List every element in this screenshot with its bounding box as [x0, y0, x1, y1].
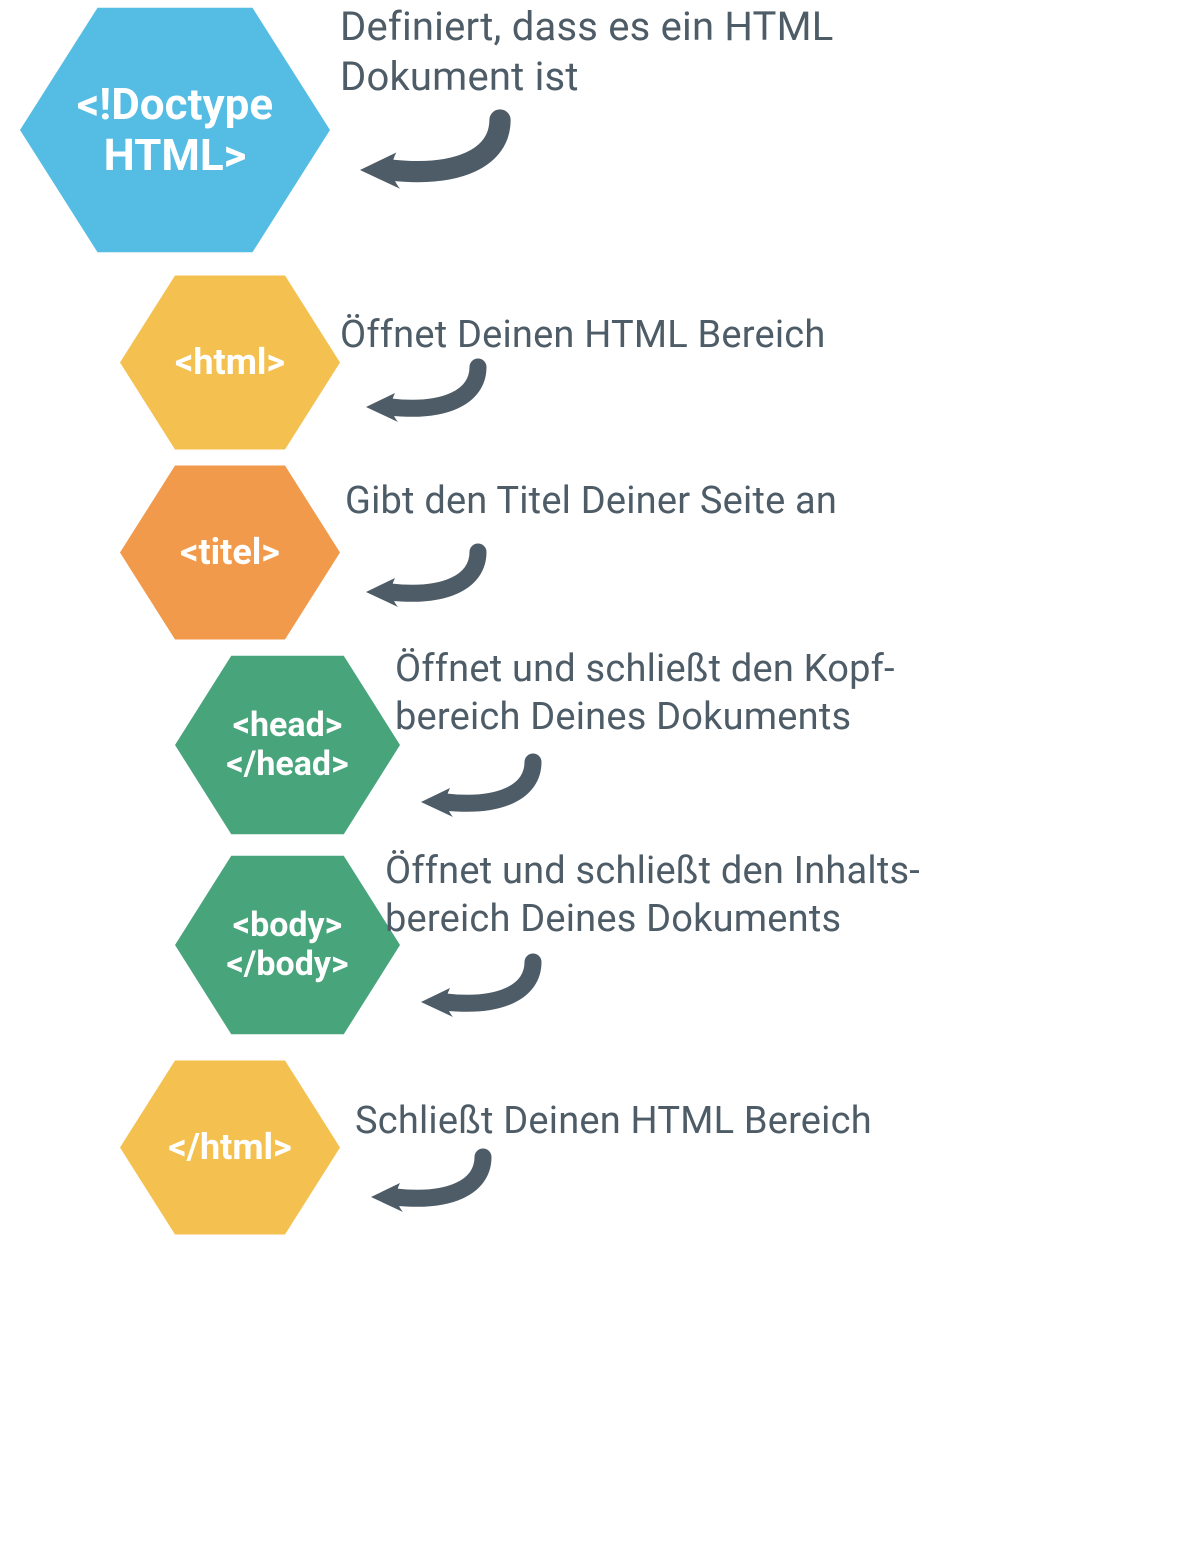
diagram-canvas: <!DoctypeHTML> Definiert, dass es ein HT…	[0, 0, 1181, 1556]
hex-doctype: <!DoctypeHTML>	[20, 0, 330, 260]
arrow-html-open	[350, 355, 490, 430]
hex-titel: <titel>	[120, 460, 340, 645]
desc-body: Öffnet und schließt den Inhalts-bereich …	[385, 848, 1175, 943]
hex-body: <body></body>	[175, 850, 400, 1040]
arrow-doctype	[340, 105, 515, 199]
arrow-titel	[350, 540, 490, 615]
hex-html-open: <html>	[120, 270, 340, 455]
arrow-body	[405, 950, 545, 1025]
desc-doctype: Definiert, dass es ein HTMLDokument ist	[340, 2, 1140, 102]
hex-html-close-label: </html>	[168, 1127, 291, 1168]
hex-html-open-label: <html>	[175, 342, 285, 383]
desc-html-open: Öffnet Deinen HTML Bereich	[340, 312, 1140, 360]
hex-titel-label: <titel>	[180, 532, 280, 573]
hex-head-label: <head></head>	[226, 706, 348, 784]
desc-head: Öffnet und schließt den Kopf-bereich Dei…	[395, 646, 1175, 741]
arrow-head	[405, 750, 545, 825]
desc-titel: Gibt den Titel Deiner Seite an	[345, 478, 1145, 526]
hex-html-close: </html>	[120, 1055, 340, 1240]
hex-body-label: <body></body>	[226, 906, 348, 984]
desc-html-close: Schließt Deinen HTML Bereich	[355, 1098, 1155, 1146]
arrow-html-close	[355, 1145, 495, 1220]
hex-doctype-label: <!DoctypeHTML>	[77, 79, 273, 180]
hex-head: <head></head>	[175, 650, 400, 840]
